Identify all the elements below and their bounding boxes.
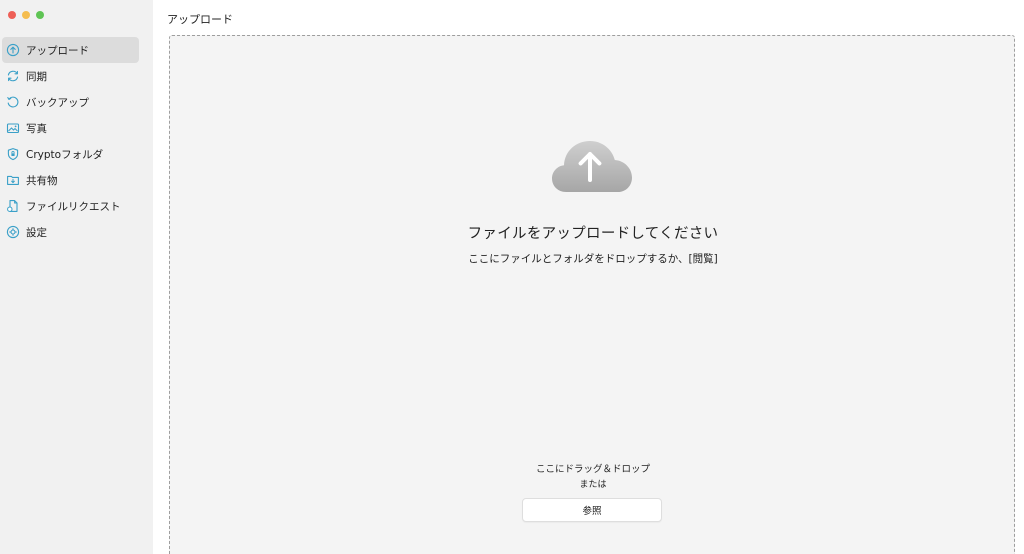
sidebar-item-label: Cryptoフォルダ	[26, 148, 104, 161]
browse-button[interactable]: 参照	[522, 498, 662, 522]
upload-dropzone[interactable]: ファイルをアップロードしてください ここにファイルとフォルダをドロップするか、[…	[169, 35, 1015, 554]
sidebar-item-sync[interactable]: 同期	[2, 63, 139, 89]
file-request-icon	[6, 199, 20, 213]
zoom-window-button[interactable]	[36, 11, 44, 19]
shield-icon	[6, 147, 20, 161]
sidebar-item-photos[interactable]: 写真	[2, 115, 139, 141]
sidebar-item-label: 設定	[26, 226, 47, 239]
sidebar-item-upload[interactable]: アップロード	[2, 37, 139, 63]
dropzone-headline: ファイルをアップロードしてください	[467, 226, 719, 242]
shared-icon	[6, 173, 20, 187]
sidebar: アップロード 同期 バックアップ 写真 Cryptoフォルダ 共有物 ファイルリ…	[0, 0, 153, 554]
sidebar-nav: アップロード 同期 バックアップ 写真 Cryptoフォルダ 共有物 ファイルリ…	[2, 37, 139, 245]
sidebar-item-label: 同期	[26, 70, 47, 83]
main-content: アップロード ファイルをアップロードしてください ここにファイルとフォルダをドロ…	[153, 0, 1024, 554]
sidebar-item-shared[interactable]: 共有物	[2, 167, 139, 193]
settings-icon	[6, 225, 20, 239]
sidebar-item-backup[interactable]: バックアップ	[2, 89, 139, 115]
sidebar-item-label: ファイルリクエスト	[26, 200, 121, 213]
sidebar-item-file-request[interactable]: ファイルリクエスト	[2, 193, 139, 219]
page-title: アップロード	[167, 13, 233, 26]
sidebar-item-label: バックアップ	[26, 96, 89, 109]
cloud-upload-icon	[552, 141, 632, 192]
backup-icon	[6, 95, 20, 109]
sync-icon	[6, 69, 20, 83]
photo-icon	[6, 121, 20, 135]
sidebar-item-label: 写真	[26, 122, 47, 135]
sidebar-item-label: アップロード	[26, 44, 89, 57]
close-window-button[interactable]	[8, 11, 16, 19]
sidebar-item-crypto[interactable]: Cryptoフォルダ	[2, 141, 139, 167]
sidebar-item-label: 共有物	[26, 174, 58, 187]
or-label: または	[579, 480, 607, 490]
window-controls	[8, 11, 44, 19]
sidebar-item-settings[interactable]: 設定	[2, 219, 139, 245]
upload-icon	[6, 43, 20, 57]
dropzone-instructions: ここにファイルとフォルダをドロップするか、[閲覧]	[468, 253, 718, 265]
minimize-window-button[interactable]	[22, 11, 30, 19]
drag-drop-label: ここにドラッグ＆ドロップ	[535, 464, 650, 475]
